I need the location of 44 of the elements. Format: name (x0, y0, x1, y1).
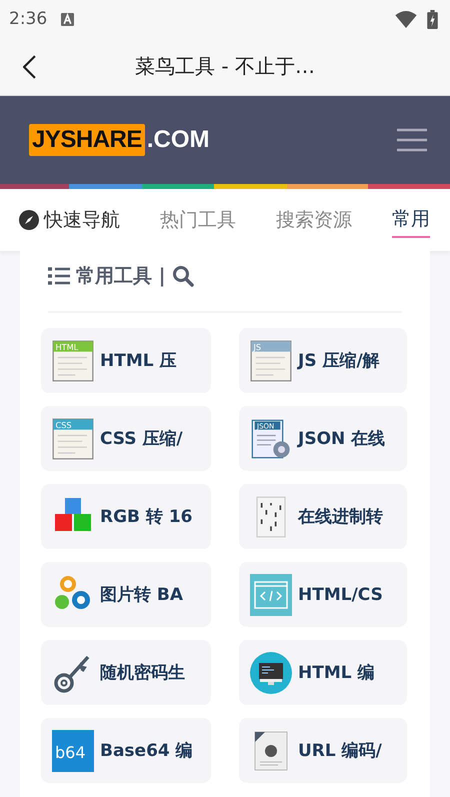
tool-name: JS 压缩/解 (298, 350, 380, 372)
nav-tab[interactable]: 常用 (392, 202, 430, 238)
compass-icon (19, 210, 39, 230)
tool-name: HTML/CS (298, 584, 383, 604)
base64-icon: b64 (52, 730, 94, 772)
tool-name: HTML 压 (100, 350, 176, 372)
document-icon: CSS (52, 418, 94, 460)
page-title: 菜鸟工具 - 不止于… (134, 53, 316, 80)
nav-tab[interactable]: 快速导航 (19, 203, 120, 237)
tool-tile[interactable]: CSS CSS 压缩/ (41, 406, 211, 471)
tool-name: Base64 编 (100, 740, 193, 762)
tool-name: 随机密码生 (100, 662, 185, 684)
back-icon[interactable] (23, 54, 36, 78)
list-icon (48, 267, 70, 285)
nav-tab[interactable]: 热门工具 (160, 203, 236, 237)
status-time: 2:36 (9, 9, 48, 29)
document-icon: JS (250, 340, 292, 382)
tool-name: CSS 压缩/ (100, 428, 183, 450)
tool-tile[interactable]: URL 编码/ (239, 718, 407, 783)
tool-tile[interactable]: 在线进制转 (239, 484, 407, 549)
tool-tile[interactable]: 图片转 BA (41, 562, 211, 627)
tool-name: JSON 在线 (298, 428, 386, 450)
tool-tile[interactable]: HTML/CS (239, 562, 407, 627)
tool-name: HTML 编 (298, 662, 374, 684)
notification-icon (61, 12, 74, 26)
tool-tile[interactable]: 随机密码生 (41, 640, 211, 705)
wifi-icon (395, 10, 417, 28)
menu-icon[interactable] (397, 128, 427, 152)
tool-name: 图片转 BA (100, 584, 184, 606)
battery-icon (427, 10, 438, 28)
tool-tile[interactable]: b64 Base64 编 (41, 718, 211, 783)
tool-name: 在线进制转 (298, 506, 383, 528)
document-icon: HTML (52, 340, 94, 382)
tool-tile[interactable]: HTML 编 (239, 640, 407, 705)
tool-name: RGB 转 16 (100, 506, 192, 528)
tool-tile[interactable]: JS JS 压缩/解 (239, 328, 407, 393)
nav-tab[interactable]: 搜索资源 (276, 203, 352, 237)
tool-tile[interactable]: HTML HTML 压 (41, 328, 211, 393)
tool-tile[interactable]: RGB 转 16 (41, 484, 211, 549)
code-window-icon (250, 574, 292, 616)
search-icon[interactable] (172, 265, 194, 287)
section-title: 常用工具 | (76, 264, 166, 289)
monitor-icon (250, 652, 292, 694)
tool-name: URL 编码/ (298, 740, 382, 762)
